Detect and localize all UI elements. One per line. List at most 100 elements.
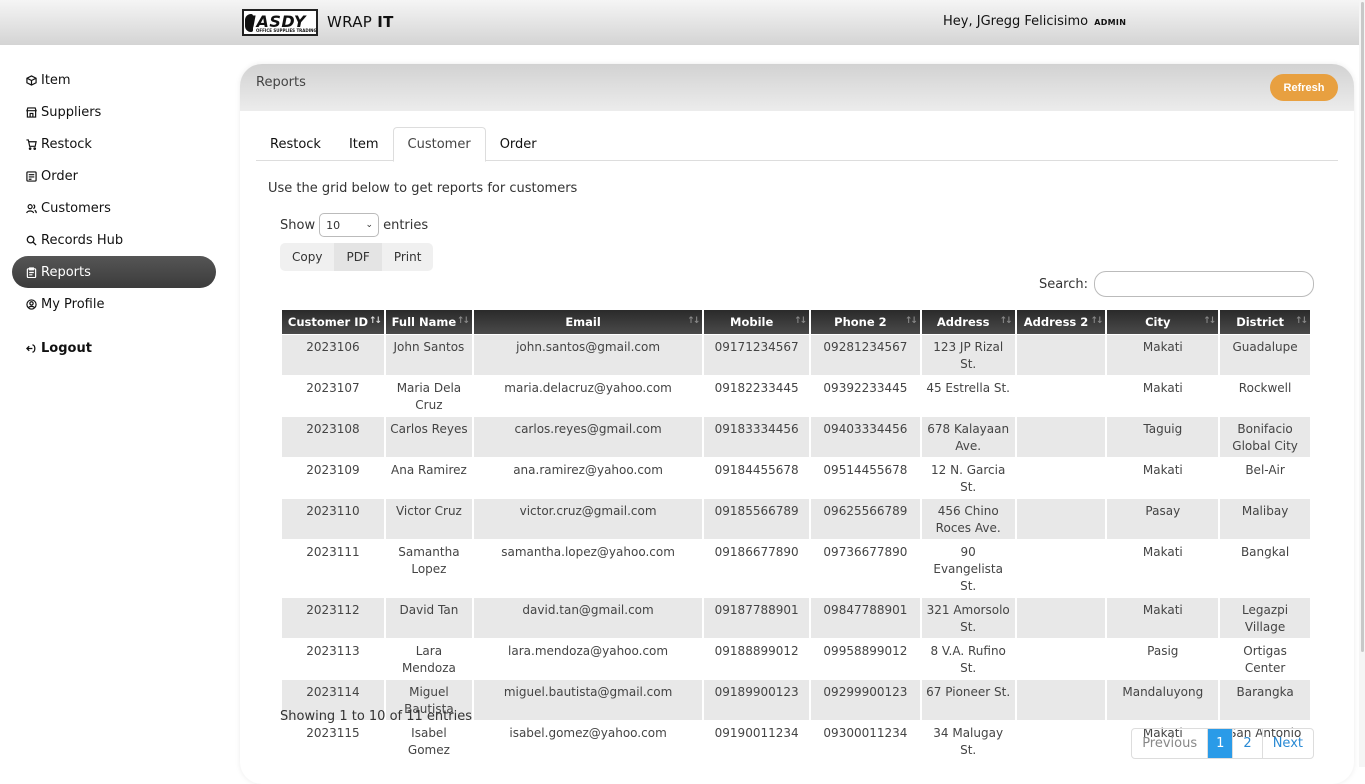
- table-cell: 09186677890: [714, 545, 799, 559]
- sort-icon: ↑↓: [1294, 316, 1308, 326]
- search-input[interactable]: [1094, 271, 1314, 297]
- column-header-full-name[interactable]: Full Name ↑↓: [385, 310, 472, 334]
- scrollbar-thumb[interactable]: [1361, 2, 1364, 652]
- column-header-email[interactable]: Email ↑↓: [473, 310, 703, 334]
- page-2-button[interactable]: 2: [1232, 729, 1261, 758]
- pagination: Previous 1 2 Next: [1131, 728, 1314, 759]
- sidebar-item-restock[interactable]: Restock: [12, 128, 216, 160]
- table-cell: victor.cruz@gmail.com: [473, 499, 703, 539]
- table-body: 2023106 John Santos john.santos@gmail.com 0…: [282, 335, 1310, 761]
- refresh-button[interactable]: Refresh: [1270, 74, 1338, 101]
- table-row: 2023111 Samantha Lopez samantha.lopez@yaho…: [282, 540, 1310, 597]
- table-cell: 2023107: [306, 381, 360, 395]
- sidebar-item-suppliers[interactable]: Suppliers: [12, 96, 216, 128]
- company-logo: JASDY OFFICE SUPPLIES TRADING: [242, 9, 318, 36]
- sidebar-item-reports[interactable]: Reports: [12, 256, 216, 288]
- column-header-city[interactable]: City ↑↓: [1107, 310, 1219, 334]
- table-cell: John Santos: [385, 335, 472, 375]
- sidebar-item-my-profile[interactable]: My Profile: [12, 288, 216, 320]
- sidebar-item-label: Order: [41, 168, 78, 184]
- table-cell: Victor Cruz: [385, 499, 472, 539]
- tab-restock[interactable]: Restock: [256, 127, 335, 161]
- column-header-label: Address: [936, 315, 990, 329]
- user-greeting: Hey, JGregg Felicisimo ADMIN: [943, 14, 1126, 29]
- table-cell: 09190011234: [714, 726, 799, 740]
- pdf-button[interactable]: PDF: [334, 243, 382, 271]
- table-row: 2023106 John Santos john.santos@gmail.com 0…: [282, 335, 1310, 375]
- column-header-address[interactable]: Address ↑↓: [921, 310, 1015, 334]
- sidebar-item-label: Reports: [41, 264, 91, 280]
- table-cell: 09281234567: [811, 335, 920, 375]
- sort-icon: ↑↓: [456, 316, 470, 326]
- logout-button[interactable]: Logout: [12, 332, 216, 364]
- previous-page-button[interactable]: Previous: [1132, 729, 1207, 758]
- entries-select[interactable]: 10 ⌄: [319, 213, 380, 237]
- logo-subtext: OFFICE SUPPLIES TRADING: [256, 28, 317, 33]
- sidebar-item-customers[interactable]: Customers: [12, 192, 216, 224]
- sort-icon: ↑↓: [793, 316, 807, 326]
- next-page-button[interactable]: Next: [1261, 729, 1313, 758]
- tab-item[interactable]: Item: [335, 127, 393, 161]
- entries-label: entries: [383, 217, 429, 233]
- user-circle-icon: [26, 298, 37, 310]
- table-cell: [1017, 458, 1106, 498]
- cart-icon: [26, 138, 37, 150]
- table-cell: 09182233445: [714, 381, 799, 395]
- table-row: 2023107 Maria Dela Cruz maria.delacruz@yah…: [282, 376, 1310, 416]
- table-info: Showing 1 to 10 of 11 entries: [280, 709, 472, 724]
- table-cell: 09514455678: [823, 463, 908, 477]
- show-label: Show: [280, 217, 316, 233]
- column-header-label: City: [1145, 315, 1171, 329]
- sidebar-item-order[interactable]: Order: [12, 160, 216, 192]
- store-icon: [26, 106, 37, 118]
- app-name-part2: IT: [377, 13, 394, 31]
- table-cell: Ortigas Center: [1243, 644, 1287, 675]
- sort-icon: ↑↓: [1203, 316, 1216, 326]
- app-name-part1: WRAP: [327, 13, 378, 31]
- table-cell: Mandaluyong: [1107, 680, 1219, 720]
- tab-customer[interactable]: Customer: [392, 127, 486, 162]
- table-search: Search:: [1039, 271, 1314, 297]
- table-cell: Guadalupe: [1220, 335, 1310, 375]
- sidebar-item-item[interactable]: Item: [12, 64, 216, 96]
- table-cell: ana.ramirez@yahoo.com: [513, 463, 663, 477]
- column-header-phone-2[interactable]: Phone 2 ↑↓: [811, 310, 920, 334]
- table-cell: john.santos@gmail.com: [473, 335, 703, 375]
- table-cell: 2023115: [306, 726, 360, 740]
- table-cell: 2023106: [282, 335, 384, 375]
- column-header-label: Full Name: [391, 315, 457, 329]
- sort-icon: ↑↓: [999, 316, 1012, 326]
- page-1-button[interactable]: 1: [1207, 729, 1233, 758]
- page-scrollbar[interactable]: [1359, 0, 1365, 767]
- table-cell: 09187788901: [704, 598, 810, 638]
- table-cell: 2023111: [306, 545, 360, 559]
- print-button[interactable]: Print: [381, 243, 434, 271]
- table-cell: maria.delacruz@yahoo.com: [504, 381, 672, 395]
- table-row: 2023110 Victor Cruz victor.cruz@gmail.com 0…: [282, 499, 1310, 539]
- table-cell: 90 Evangelista St.: [933, 545, 1003, 593]
- table-row: 2023108 Carlos Reyes carlos.reyes@gmail.co…: [282, 417, 1310, 457]
- table-cell: Rockwell: [1238, 381, 1292, 395]
- table-cell: 2023108: [282, 417, 384, 457]
- table-header-row: Customer ID ↑↓ Full Name ↑↓ Email ↑↓ Mobile…: [282, 310, 1310, 334]
- sidebar-item-label: Item: [41, 72, 71, 88]
- column-header-district[interactable]: District ↑↓: [1220, 310, 1310, 334]
- copy-button[interactable]: Copy: [280, 243, 335, 271]
- sort-icon: ↑↓: [368, 316, 382, 326]
- table-cell: 2023112: [282, 598, 384, 638]
- users-icon: [26, 203, 37, 214]
- table-cell: Barangka: [1220, 680, 1310, 720]
- table-cell: David Tan: [385, 598, 472, 638]
- table-cell: Makati: [1142, 545, 1183, 559]
- report-tabs: Restock Item Customer Order: [256, 127, 1338, 162]
- column-header-address-2[interactable]: Address 2 ↑↓: [1016, 310, 1106, 334]
- table-cell: samantha.lopez@yahoo.com: [501, 545, 675, 559]
- sidebar-item-records-hub[interactable]: Records Hub: [12, 224, 216, 256]
- table-cell: carlos.reyes@gmail.com: [473, 417, 703, 457]
- column-header-mobile[interactable]: Mobile ↑↓: [704, 310, 810, 334]
- column-header-customer-id[interactable]: Customer ID ↑↓: [282, 310, 384, 334]
- sort-icon: ↑↓: [687, 316, 700, 326]
- tab-order[interactable]: Order: [486, 127, 551, 161]
- page-title: Reports: [256, 75, 306, 90]
- table-cell: 09188899012: [714, 644, 799, 658]
